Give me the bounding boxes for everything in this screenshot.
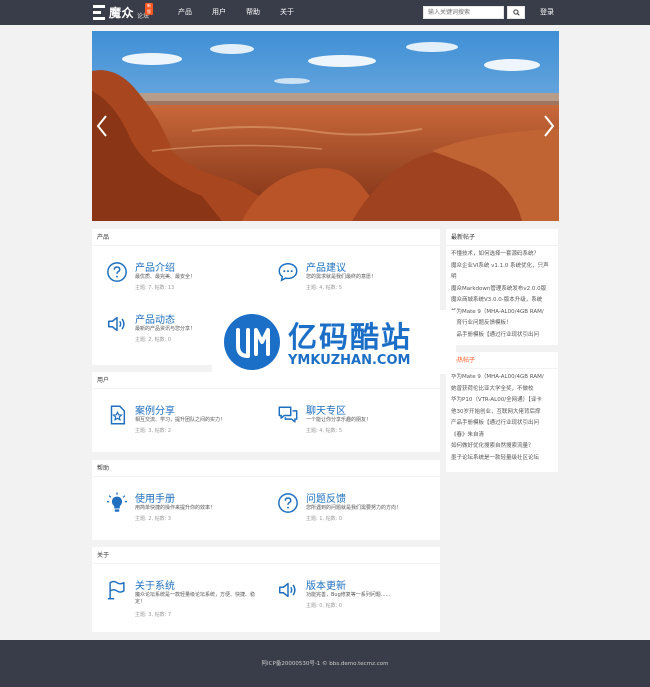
watermark-title: 亿码酷站 xyxy=(288,320,413,354)
section-title: 产品 xyxy=(92,229,440,246)
nav-item-users[interactable]: 用户 xyxy=(212,0,226,25)
section-about: 关于 关于系统 魔众论坛系统是一款轻量级论坛系统，方便、快捷、稳定！ 主题: 3… xyxy=(92,547,440,632)
forum-description: 最优质、最完美、最安全！ xyxy=(135,274,196,280)
forum-title[interactable]: 产品动态 xyxy=(135,311,175,326)
forum-stats: 主题: 4, 帖数: 5 xyxy=(306,285,343,291)
hot-posts-list: 华为Mate 9（MHA-AL00/4GB RAM/ 她曾获荷伦比亚大学全奖，不… xyxy=(446,369,558,468)
top-navbar: 魔众 论坛 新版 产品 用户 帮助 关于 登录 xyxy=(0,0,650,25)
chevron-left-icon xyxy=(96,115,107,137)
forum-item-feedback[interactable]: 问题反馈 您所遇到的问题就是我们需要努力的方向！ 主题: 1, 帖数: 0 xyxy=(263,484,433,532)
list-item[interactable]: 华为P10（VTR-AL00/全网通）【译卡 xyxy=(451,395,553,407)
nav-item-help[interactable]: 帮助 xyxy=(246,0,260,25)
list-item[interactable]: 华为Mate 9（MHA-AL00/4GB RAM/ xyxy=(451,372,553,384)
list-item[interactable]: 他30岁开始创业，互联网大佬背后撑 xyxy=(451,407,553,419)
forum-description: 您所遇到的问题就是我们需要努力的方向！ xyxy=(306,505,402,511)
watermark: 亿码酷站 YMKUZHAN.COM xyxy=(212,310,456,374)
forum-item-version-update[interactable]: 版本更新 功能完善，Bug修复等一系列问题...... 主题: 0, 帖数: 0 xyxy=(263,571,433,619)
forum-item-case-sharing[interactable]: 案例分享 相互交流、学习，提升团队之间的实力！ 主题: 3, 帖数: 2 xyxy=(92,396,262,444)
question-circle-icon xyxy=(278,493,298,513)
footer: 阿ICP备20000530号-1 © bbs.demo.tecmz.com xyxy=(0,640,650,687)
forum-description: 一个能让你分享乐趣的朋友！ xyxy=(306,417,372,423)
logo-text: 魔众 xyxy=(109,6,135,20)
forum-item-about-system[interactable]: 关于系统 魔众论坛系统是一款轻量级论坛系统，方便、快捷、稳定！ 主题: 3, 帖… xyxy=(92,571,262,627)
question-circle-icon xyxy=(107,262,127,282)
list-item[interactable]: 《春》朱自清 xyxy=(451,430,553,442)
section-help: 帮助 使用手册 用简单快捷的操作来提升你的效率！ 主题: 2, 帖数: 3 问题… xyxy=(92,460,440,540)
forum-stats: 主题: 1, 帖数: 0 xyxy=(306,516,343,522)
forum-stats: 主题: 2, 帖数: 3 xyxy=(135,516,172,522)
login-link[interactable]: 登录 xyxy=(540,0,554,25)
list-item[interactable]: 产品手册模板【通过行业现状引出问 xyxy=(451,330,553,342)
list-item[interactable]: 魔众企业VI系统 v1.1.0 系统优化，只声明 xyxy=(451,261,553,284)
hot-posts-panel: 最热帖子 华为Mate 9（MHA-AL00/4GB RAM/ 她曾获荷伦比亚大… xyxy=(446,352,558,472)
section-title: 用户 xyxy=(92,372,440,389)
forum-item-product-suggestion[interactable]: 产品建议 您的需求就是我们最终的意愿！ 主题: 4, 帖数: 5 xyxy=(263,253,433,301)
hot-posts-title: 最热帖子 xyxy=(446,352,558,369)
star-document-icon xyxy=(110,405,126,425)
list-item[interactable]: 如何做好优化搜索自然搜索流量？ xyxy=(451,441,553,453)
section-title: 帮助 xyxy=(92,460,440,477)
forum-description: 功能完善，Bug修复等一系列问题...... xyxy=(306,592,391,598)
forum-title[interactable]: 案例分享 xyxy=(135,402,175,417)
chevron-right-icon xyxy=(544,115,555,137)
forum-title[interactable]: 使用手册 xyxy=(135,490,175,505)
forum-stats: 主题: 7, 帖数: 13 xyxy=(135,285,175,291)
forum-description: 您的需求就是我们最终的意愿！ xyxy=(306,274,377,280)
forum-title[interactable]: 聊天专区 xyxy=(306,402,346,417)
forum-description: 相互交流、学习，提升团队之间的实力！ xyxy=(135,417,226,423)
forum-description: 最新的产品资讯与您分享！ xyxy=(135,326,196,332)
nav-item-products[interactable]: 产品 xyxy=(178,0,192,25)
watermark-subtitle: YMKUZHAN.COM xyxy=(288,353,411,368)
chat-bubbles-icon xyxy=(278,406,298,423)
forum-description: 用简单快捷的操作来提升你的效率！ xyxy=(135,505,216,511)
flag-icon xyxy=(107,580,125,600)
latest-posts-panel: 最新帖子 不懂技术，如何选择一套源码系统？ 魔众企业VI系统 v1.1.0 系统… xyxy=(446,229,558,345)
search-input[interactable] xyxy=(423,6,504,19)
section-title: 关于 xyxy=(92,547,440,564)
list-item[interactable]: 不懂技术，如何选择一套源码系统？ xyxy=(451,249,553,261)
speaker-icon xyxy=(279,582,296,598)
main-nav: 产品 用户 帮助 关于 xyxy=(178,0,314,25)
forum-stats: 主题: 0, 帖数: 0 xyxy=(306,603,343,609)
speaker-icon xyxy=(108,316,125,332)
chat-bubble-icon xyxy=(278,263,298,282)
list-item[interactable]: 她曾获荷伦比亚大学全奖，不做校 xyxy=(451,384,553,396)
forum-title[interactable]: 产品建议 xyxy=(306,259,346,274)
forum-stats: 主题: 3, 帖数: 7 xyxy=(135,612,172,618)
search-icon xyxy=(512,9,520,16)
banner-prev-button[interactable] xyxy=(94,114,110,138)
search-button[interactable] xyxy=(507,6,525,19)
lightbulb-icon xyxy=(106,492,128,512)
list-item[interactable]: 产品手册模板【通过行业现状引出问 xyxy=(451,418,553,430)
logo[interactable]: 魔众 论坛 新版 xyxy=(93,3,153,21)
forum-description: 魔众论坛系统是一款轻量级论坛系统，方便、快捷、稳定！ xyxy=(135,592,256,605)
forum-item-user-manual[interactable]: 使用手册 用简单快捷的操作来提升你的效率！ 主题: 2, 帖数: 3 xyxy=(92,484,262,532)
watermark-logo-icon xyxy=(224,314,280,370)
list-item[interactable]: 华为Mate 9（MHA-AL00/4GB RAM/ xyxy=(451,307,553,319)
list-item[interactable]: 墨子论坛系统是一款轻量级社区论坛 xyxy=(451,453,553,465)
banner-image xyxy=(92,31,559,221)
list-item[interactable]: 魔众商城系统V3.0.0-版本升级，系统 xyxy=(451,295,553,307)
forum-item-product-intro[interactable]: 产品介绍 最优质、最完美、最安全！ 主题: 7, 帖数: 13 xyxy=(92,253,262,301)
list-item[interactable]: 教育行业问题反馈模板！ xyxy=(451,318,553,330)
list-item[interactable]: 魔众Markdown管理系统发布v2.0.0版 xyxy=(451,284,553,296)
forum-stats: 主题: 3, 帖数: 2 xyxy=(135,428,172,434)
latest-posts-list: 不懂技术，如何选择一套源码系统？ 魔众企业VI系统 v1.1.0 系统优化，只声… xyxy=(446,246,558,345)
forum-stats: 主题: 2, 帖数: 0 xyxy=(135,337,172,343)
forum-title[interactable]: 问题反馈 xyxy=(306,490,346,505)
forum-title[interactable]: 关于系统 xyxy=(135,577,175,592)
section-users: 用户 案例分享 相互交流、学习，提升团队之间的实力！ 主题: 3, 帖数: 2 … xyxy=(92,372,440,452)
forum-title[interactable]: 产品介绍 xyxy=(135,259,175,274)
logo-mark-icon xyxy=(93,5,105,20)
footer-copyright: 阿ICP备20000530号-1 © bbs.demo.tecmz.com xyxy=(261,661,389,667)
forum-stats: 主题: 4, 帖数: 5 xyxy=(306,428,343,434)
forum-item-chat-zone[interactable]: 聊天专区 一个能让你分享乐趣的朋友！ 主题: 4, 帖数: 5 xyxy=(263,396,433,444)
logo-badge: 新版 xyxy=(145,3,153,15)
latest-posts-title: 最新帖子 xyxy=(446,229,558,246)
forum-title[interactable]: 版本更新 xyxy=(306,577,346,592)
banner-next-button[interactable] xyxy=(541,114,557,138)
banner-carousel[interactable] xyxy=(92,31,559,221)
nav-item-about[interactable]: 关于 xyxy=(280,0,294,25)
